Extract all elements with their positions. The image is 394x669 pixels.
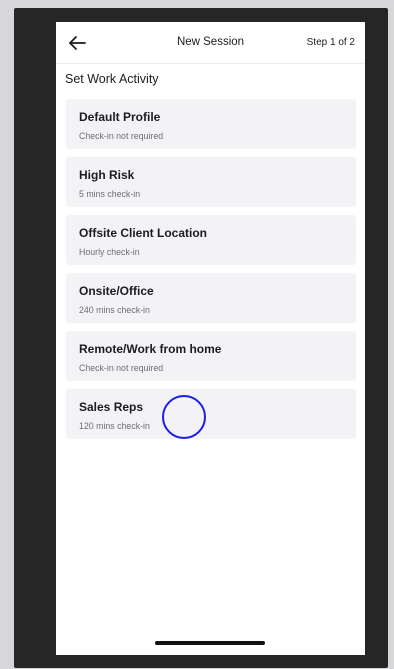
activity-item-remote-work-from-home[interactable]: Remote/Work from home Check-in not requi… [66, 331, 356, 381]
activity-item-offsite-client-location[interactable]: Offsite Client Location Hourly check-in [66, 215, 356, 265]
activity-name: High Risk [79, 168, 135, 182]
activity-checkin: Hourly check-in [79, 247, 140, 257]
activity-checkin: 120 mins check-in [79, 421, 150, 431]
top-navigation-bar: New Session Step 1 of 2 [56, 22, 365, 64]
section-title: Set Work Activity [65, 72, 159, 86]
activity-checkin: 5 mins check-in [79, 189, 141, 199]
activity-name: Onsite/Office [79, 284, 154, 298]
tap-indicator-circle [162, 395, 206, 439]
activity-item-onsite-office[interactable]: Onsite/Office 240 mins check-in [66, 273, 356, 323]
activity-item-sales-reps[interactable]: Sales Reps 120 mins check-in [66, 389, 356, 439]
app-screen: New Session Step 1 of 2 Set Work Activit… [56, 22, 365, 655]
activity-checkin: 240 mins check-in [79, 305, 150, 315]
activity-item-default-profile[interactable]: Default Profile Check-in not required [66, 99, 356, 149]
home-indicator-bar[interactable] [155, 641, 265, 645]
step-indicator: Step 1 of 2 [306, 37, 355, 48]
device-frame: New Session Step 1 of 2 Set Work Activit… [14, 8, 388, 668]
activity-name: Sales Reps [79, 400, 144, 414]
activity-name: Remote/Work from home [79, 342, 222, 356]
activity-name: Offsite Client Location [79, 226, 208, 240]
activity-name: Default Profile [79, 110, 161, 124]
activity-checkin: Check-in not required [79, 363, 164, 373]
activity-item-high-risk[interactable]: High Risk 5 mins check-in [66, 157, 356, 207]
activity-list: Default Profile Check-in not required Hi… [66, 99, 356, 447]
activity-checkin: Check-in not required [79, 131, 164, 141]
